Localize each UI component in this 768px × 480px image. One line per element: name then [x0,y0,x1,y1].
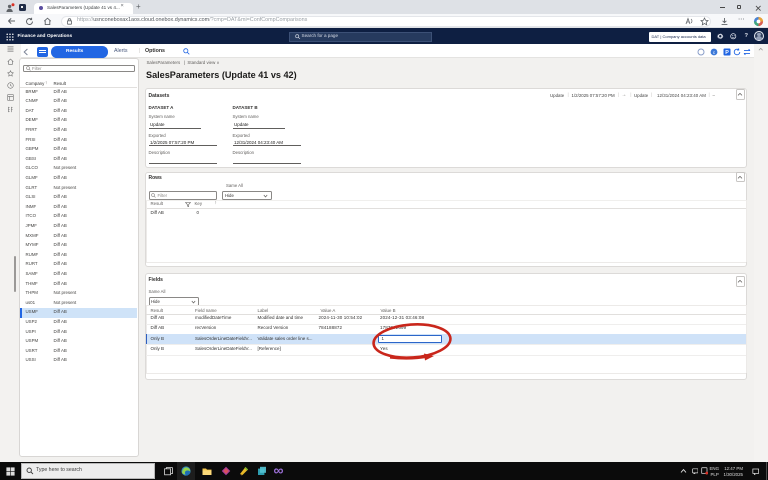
svg-text:P: P [725,50,729,56]
